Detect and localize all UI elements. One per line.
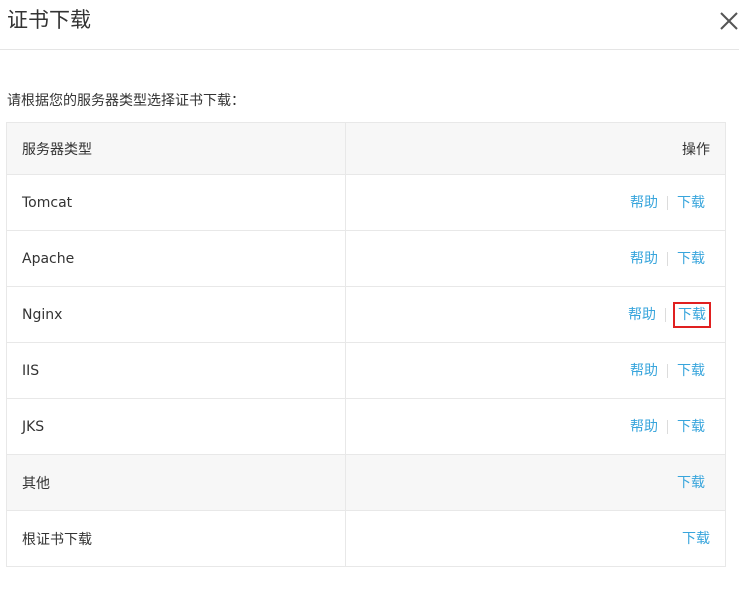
server-name: Apache xyxy=(6,230,346,287)
download-link-root-cert[interactable]: 下载 xyxy=(682,529,710,549)
dialog-title: 证书下载 xyxy=(7,8,91,32)
action-divider xyxy=(667,251,668,266)
server-name: IIS xyxy=(6,342,346,399)
action-divider xyxy=(667,195,668,210)
download-link-jks[interactable]: 下载 xyxy=(677,417,705,437)
row-actions: 帮助 下载 xyxy=(345,174,726,231)
row-actions: 帮助 下载 xyxy=(345,230,726,287)
help-link-tomcat[interactable]: 帮助 xyxy=(630,193,658,213)
row-actions: 下载 xyxy=(345,454,726,511)
server-name: Nginx xyxy=(6,286,346,343)
header-action: 操作 xyxy=(345,122,726,175)
table-header-row: 服务器类型 操作 xyxy=(6,122,726,175)
instruction-text: 请根据您的服务器类型选择证书下载： xyxy=(7,93,245,109)
action-divider xyxy=(667,419,668,434)
table-row-apache: Apache 帮助 下载 xyxy=(6,230,726,287)
row-actions: 帮助 下载 xyxy=(345,286,726,343)
close-icon xyxy=(720,12,738,30)
row-actions: 帮助 下载 xyxy=(345,398,726,455)
table-row-tomcat: Tomcat 帮助 下载 xyxy=(6,174,726,231)
row-actions: 下载 xyxy=(345,510,726,567)
help-link-apache[interactable]: 帮助 xyxy=(630,249,658,269)
help-link-jks[interactable]: 帮助 xyxy=(630,417,658,437)
server-type-table: 服务器类型 操作 Tomcat 帮助 下载 Apache 帮助 下载 Nginx… xyxy=(6,122,726,567)
action-divider xyxy=(667,363,668,378)
table-row-root-cert: 根证书下载 下载 xyxy=(6,510,726,567)
dialog-header: 证书下载 xyxy=(0,0,739,50)
download-link-nginx[interactable]: 下载 xyxy=(673,301,711,328)
table-row-jks: JKS 帮助 下载 xyxy=(6,398,726,455)
header-server-type: 服务器类型 xyxy=(6,122,346,175)
server-name: 根证书下载 xyxy=(6,510,346,567)
download-link-tomcat[interactable]: 下载 xyxy=(677,193,705,213)
download-link-iis[interactable]: 下载 xyxy=(677,361,705,381)
help-link-iis[interactable]: 帮助 xyxy=(630,361,658,381)
server-name: Tomcat xyxy=(6,174,346,231)
help-link-nginx[interactable]: 帮助 xyxy=(628,305,656,325)
action-divider xyxy=(665,307,666,322)
server-name: JKS xyxy=(6,398,346,455)
download-link-apache[interactable]: 下载 xyxy=(677,249,705,269)
close-button[interactable] xyxy=(718,10,739,34)
table-row-iis: IIS 帮助 下载 xyxy=(6,342,726,399)
download-link-other[interactable]: 下载 xyxy=(677,473,705,493)
table-row-other: 其他 下载 xyxy=(6,454,726,511)
table-row-nginx: Nginx 帮助 下载 xyxy=(6,286,726,343)
row-actions: 帮助 下载 xyxy=(345,342,726,399)
server-name: 其他 xyxy=(6,454,346,511)
